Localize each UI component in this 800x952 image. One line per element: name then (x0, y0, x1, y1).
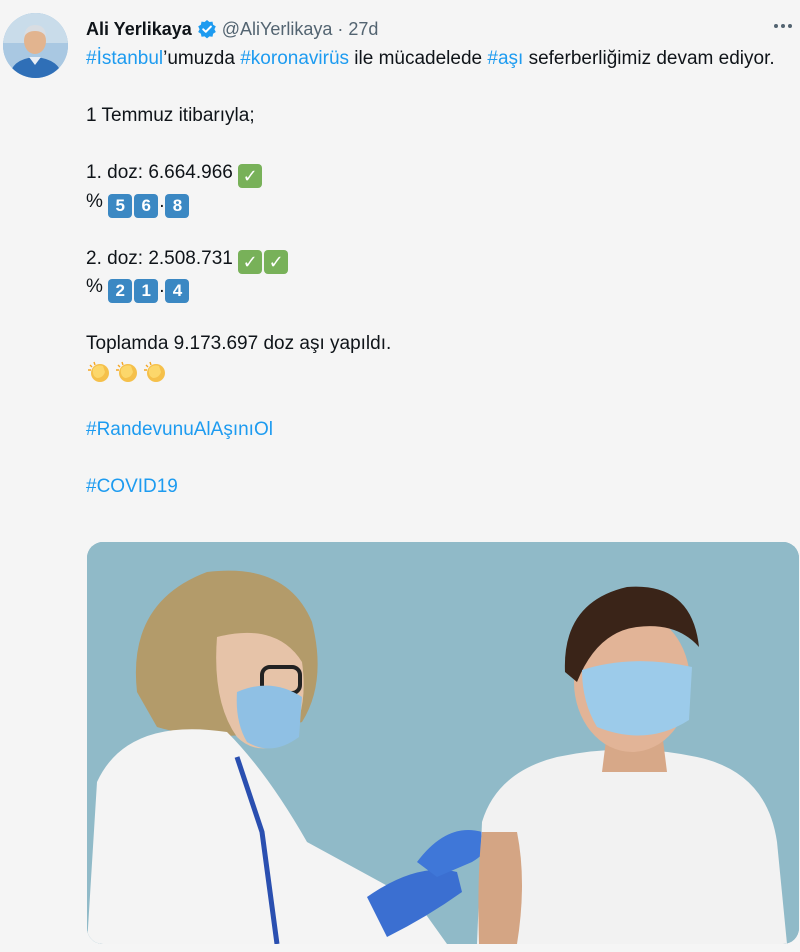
date-line: 1 Temmuz itibarıyla; (86, 105, 255, 126)
header-separator: · (337, 18, 344, 39)
keycap-digit-emoji: 2 (108, 279, 133, 303)
check-mark-button-emoji: ✓ (238, 249, 263, 274)
clapping-hands-emoji (116, 361, 137, 382)
percent-sign: % (86, 190, 103, 212)
hashtag-link[interactable]: #koronavirüs (240, 48, 349, 69)
tweet-text-segment: ile mücadelede (349, 48, 488, 69)
percent-sign: % (86, 276, 103, 297)
avatar-image (3, 13, 68, 78)
tweet-header: Ali Yerlikaya @AliYerlikaya · 27d (86, 16, 378, 42)
hashtag-randevu[interactable]: #RandevunuAlAşınıOl (86, 416, 796, 445)
decimal-separator: . (159, 276, 165, 297)
clap-line (86, 359, 796, 388)
tweet-text: #İstanbul’umuzda #koronavirüs ile mücade… (86, 45, 796, 501)
clapping-hands-emoji (144, 361, 165, 382)
hashtag-link[interactable]: #İstanbul (86, 48, 163, 69)
hashtag-covid19[interactable]: #COVID19 (86, 473, 796, 502)
dose1-line: 1. doz: 6.664.966 ✓ (86, 159, 796, 188)
author-handle[interactable]: @AliYerlikaya (222, 19, 333, 40)
clapping-hands-emoji (88, 361, 109, 382)
dose2-line: 2. doz: 2.508.731 ✓ ✓ (86, 245, 796, 274)
check-mark-button-emoji: ✓ (238, 164, 263, 188)
keycap-digit-emoji: 5 (108, 193, 133, 218)
keycap-digit-emoji: 4 (165, 279, 190, 303)
tweet-text-segment: ’umuzda (163, 48, 241, 69)
dose1-percent-line: % 56.8 (86, 188, 796, 218)
decimal-separator: . (159, 190, 165, 212)
keycap-digit-emoji: 8 (165, 193, 190, 218)
keycap-digit-emoji: 6 (134, 193, 159, 218)
author-avatar[interactable] (3, 13, 68, 78)
dose1-label: 1. doz: 6.664.966 (86, 162, 233, 183)
hashtag-link[interactable]: #aşı (487, 48, 523, 69)
check-mark-button-emoji: ✓ (264, 249, 289, 274)
keycap-digit-emoji: 1 (134, 279, 159, 303)
dose2-percent-line: % 21.4 (86, 273, 796, 303)
more-options-icon[interactable] (770, 16, 796, 36)
vaccination-photo (87, 542, 799, 944)
tweet-text-segment: seferberliğimiz devam ediyor. (523, 48, 775, 69)
tweet-intro-line: #İstanbul’umuzda #koronavirüs ile mücade… (86, 45, 796, 74)
total-line: Toplamda 9.173.697 doz aşı yapıldı. (86, 333, 392, 354)
dose2-label: 2. doz: 2.508.731 (86, 247, 233, 269)
author-name[interactable]: Ali Yerlikaya (86, 19, 192, 40)
verified-badge-icon (197, 19, 217, 39)
tweet-media-image[interactable] (87, 542, 799, 944)
tweet-timestamp[interactable]: 27d (348, 19, 378, 40)
